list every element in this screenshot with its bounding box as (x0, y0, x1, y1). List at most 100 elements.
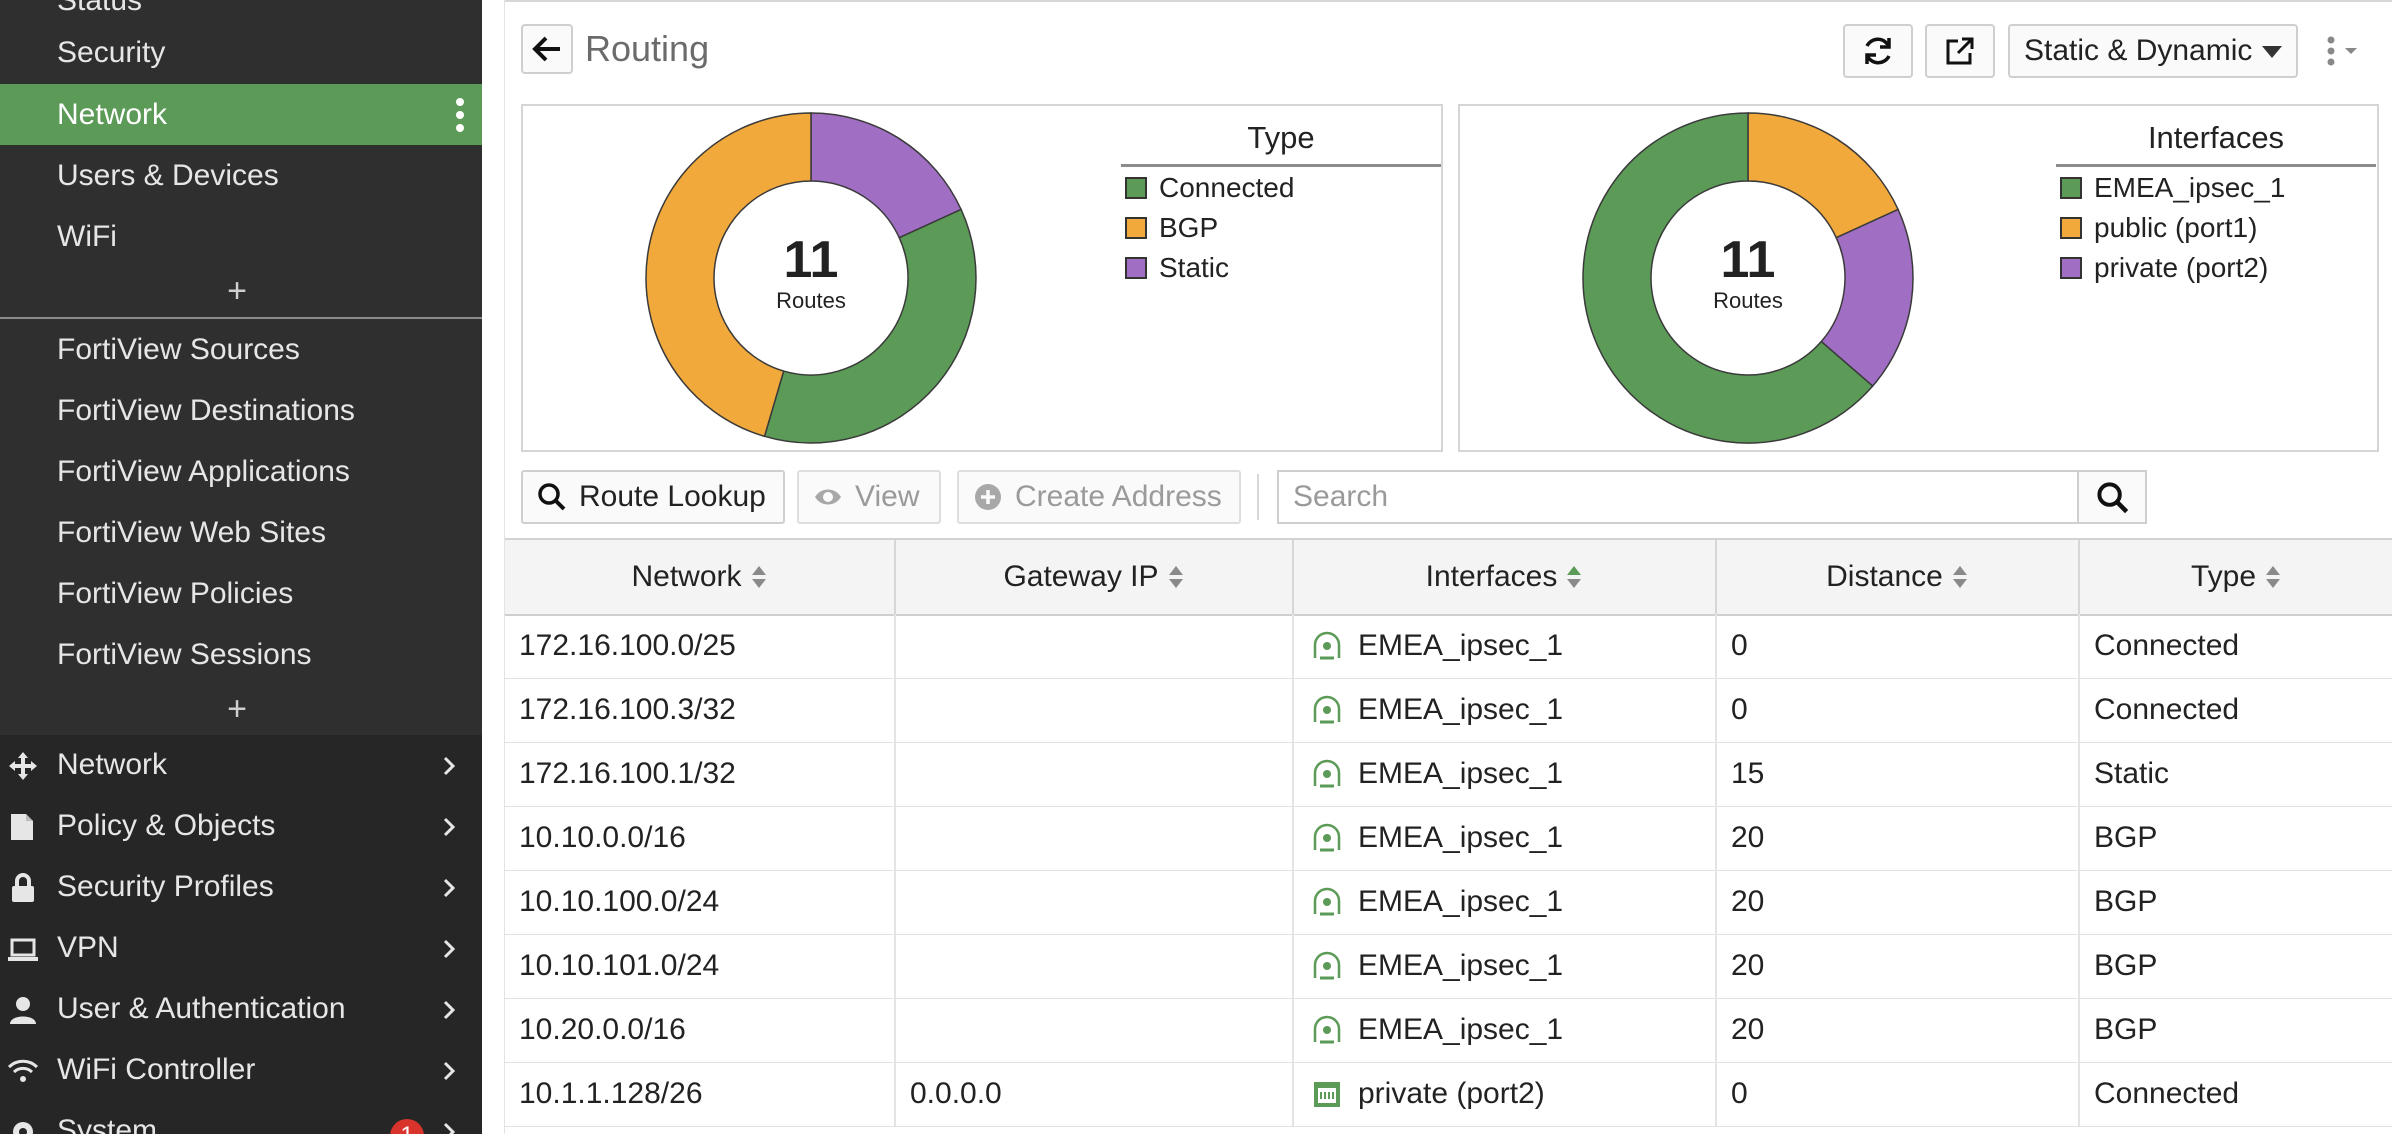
sidebar-item-label: FortiView Destinations (57, 393, 355, 427)
sidebar-item-users-devices[interactable]: Users & Devices (0, 145, 482, 206)
view-selector-value: Static & Dynamic (2024, 34, 2253, 67)
sidebar-item-fortiview-policies[interactable]: FortiView Policies (0, 563, 482, 624)
table-row[interactable]: 10.10.0.0/16 EMEA_ipsec_1 20 BGP (505, 806, 2392, 871)
cell-network: 10.20.0.0/16 (505, 998, 896, 1062)
open-external-button[interactable] (1925, 24, 1995, 78)
column-label: Distance (1826, 560, 1943, 593)
type-value: BGP (2094, 1013, 2158, 1046)
network-value: 10.10.101.0/24 (519, 949, 720, 982)
page-title: Routing (585, 28, 710, 69)
search-icon (2097, 482, 2129, 514)
sidebar-item-wifi[interactable]: WiFi (0, 206, 482, 267)
table-row[interactable]: 172.16.100.0/25 EMEA_ipsec_1 0 Connected (505, 614, 2392, 679)
legend-item-bgp[interactable]: BGP (1121, 209, 1441, 247)
nav-user-authentication[interactable]: User & Authentication (0, 979, 482, 1040)
chevron-right-icon (443, 1122, 456, 1134)
sidebar-item-fortiview-applications[interactable]: FortiView Applications (0, 441, 482, 502)
column-header-type[interactable]: Type (2080, 540, 2392, 614)
legend-item-private-port2[interactable]: private (port2) (2056, 249, 2376, 287)
notification-badge: 1 (390, 1119, 424, 1134)
nav-label: VPN (57, 931, 119, 964)
interface-value: private (port2) (1358, 1077, 1545, 1110)
chevron-right-icon (443, 817, 456, 837)
nav-label: System (57, 1114, 158, 1134)
view-button[interactable]: View (797, 470, 941, 524)
back-button[interactable] (521, 24, 573, 74)
sidebar-item-fortiview-sources[interactable]: FortiView Sources (0, 319, 482, 380)
cell-interface: private (port2) (1294, 1062, 1717, 1126)
legend-item-static[interactable]: Static (1121, 249, 1441, 287)
nav-policy-objects[interactable]: Policy & Objects (0, 796, 482, 857)
chevron-right-icon (443, 756, 456, 776)
legend-item-public-port1[interactable]: public (port1) (2056, 209, 2376, 247)
type-value: BGP (2094, 885, 2158, 918)
column-header-interfaces[interactable]: Interfaces (1294, 540, 1717, 614)
cell-distance: 15 (1717, 742, 2080, 806)
legend-item-emea-ipsec[interactable]: EMEA_ipsec_1 (2056, 169, 2376, 207)
refresh-icon (1865, 37, 1891, 65)
cell-gateway: 0.0.0.0 (896, 1062, 1294, 1126)
sidebar-item-security[interactable]: Security (0, 22, 482, 83)
table-row[interactable]: 172.16.100.3/32 EMEA_ipsec_1 0 Connected (505, 678, 2392, 743)
create-address-label: Create Address (1015, 480, 1222, 513)
legend-item-connected[interactable]: Connected (1121, 169, 1441, 207)
type-value: Connected (2094, 1077, 2240, 1110)
cell-type: BGP (2080, 934, 2392, 998)
sidebar-item-fortiview-sessions[interactable]: FortiView Sessions (0, 624, 482, 685)
sidebar-item-network[interactable]: Network (0, 84, 482, 145)
type-chart-total-label: Routes (776, 288, 846, 313)
tunnel-icon (1313, 631, 1341, 660)
interface-value: EMEA_ipsec_1 (1358, 693, 1564, 726)
nav-system[interactable]: System 1 (0, 1101, 482, 1134)
search-button[interactable] (2077, 470, 2147, 524)
view-selector-dropdown[interactable]: Static & Dynamic (2008, 24, 2298, 78)
tunnel-icon (1313, 887, 1341, 916)
route-lookup-label: Route Lookup (579, 480, 766, 513)
kebab-menu-icon[interactable] (456, 98, 464, 132)
cell-network: 10.10.101.0/24 (505, 934, 896, 998)
nav-security-profiles[interactable]: Security Profiles (0, 857, 482, 918)
legend-title: Type (1121, 120, 1441, 167)
table-row[interactable]: 10.20.0.0/16 EMEA_ipsec_1 20 BGP (505, 998, 2392, 1063)
cell-type: Connected (2080, 678, 2392, 742)
cell-interface: EMEA_ipsec_1 (1294, 614, 1717, 678)
table-row[interactable]: 172.16.100.1/32 EMEA_ipsec_1 15 Static (505, 742, 2392, 807)
chevron-right-icon (443, 939, 456, 959)
more-options-icon[interactable] (2323, 34, 2363, 68)
create-address-button[interactable]: Create Address (957, 470, 1241, 524)
nav-wifi-controller[interactable]: WiFi Controller (0, 1040, 482, 1101)
table-row[interactable]: 10.10.100.0/24 EMEA_ipsec_1 20 BGP (505, 870, 2392, 935)
route-lookup-button[interactable]: Route Lookup (521, 470, 785, 524)
add-fortiview-icon[interactable]: + (222, 692, 252, 726)
chevron-right-icon (443, 1000, 456, 1020)
page-header: Routing Static & Dynamic (505, 0, 2392, 100)
nav-vpn[interactable]: VPN (0, 918, 482, 979)
nav-network[interactable]: Network (0, 735, 482, 796)
distance-value: 15 (1731, 757, 1765, 790)
sidebar-nav: Network Policy & Objects Security Profil… (0, 735, 482, 1134)
search-icon (538, 483, 566, 511)
table-row[interactable]: 10.1.1.128/26 0.0.0.0 private (port2) 0 Conn… (505, 1062, 2392, 1127)
sidebar-item-fortiview-web-sites[interactable]: FortiView Web Sites (0, 502, 482, 563)
legend-label: BGP (1159, 212, 1219, 243)
legend-swatch (1125, 217, 1147, 239)
cell-network: 10.1.1.128/26 (505, 1062, 896, 1126)
column-header-network[interactable]: Network (505, 540, 896, 614)
laptop-icon (8, 938, 38, 961)
sidebar-item-label: FortiView Policies (57, 576, 294, 610)
sidebar-item-fortiview-destinations[interactable]: FortiView Destinations (0, 380, 482, 441)
cell-network: 172.16.100.1/32 (505, 742, 896, 806)
interface-value: EMEA_ipsec_1 (1358, 1013, 1564, 1046)
column-header-gateway-ip[interactable]: Gateway IP (896, 540, 1294, 614)
add-dashboard-icon[interactable]: + (222, 274, 252, 308)
cell-distance: 20 (1717, 806, 2080, 870)
table-row[interactable]: 10.10.101.0/24 EMEA_ipsec_1 20 BGP (505, 934, 2392, 999)
sidebar-item-label: Users & Devices (57, 158, 279, 192)
column-header-distance[interactable]: Distance (1717, 540, 2080, 614)
type-value: BGP (2094, 949, 2158, 982)
cell-gateway (896, 870, 1294, 934)
cell-network: 10.10.100.0/24 (505, 870, 896, 934)
cell-network: 10.10.0.0/16 (505, 806, 896, 870)
search-input[interactable]: Search (1277, 470, 2079, 524)
refresh-button[interactable] (1843, 24, 1913, 78)
